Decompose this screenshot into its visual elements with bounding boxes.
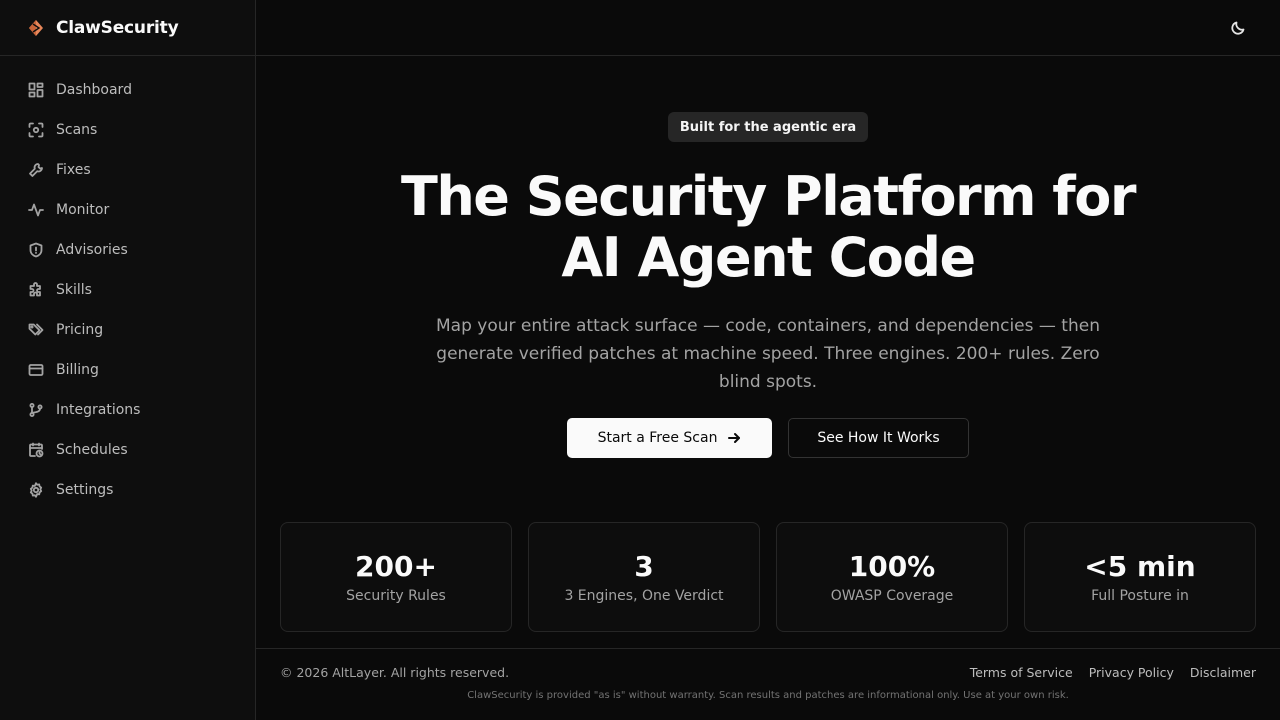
hero-title-line1: The Security Platform for	[401, 165, 1136, 228]
stat-value: 3	[634, 550, 654, 583]
puzzle-icon	[28, 282, 44, 298]
disclaimer-link[interactable]: Disclaimer	[1190, 665, 1256, 680]
sidebar-item-label: Integrations	[56, 402, 141, 418]
sidebar-item-monitor[interactable]: Monitor	[0, 190, 255, 230]
see-how-it-works-button[interactable]: See How It Works	[788, 418, 969, 458]
see-how-it-works-label: See How It Works	[817, 430, 940, 446]
sidebar-item-settings[interactable]: Settings	[0, 470, 255, 510]
sidebar-item-schedules[interactable]: Schedules	[0, 430, 255, 470]
sidebar-item-dashboard[interactable]: Dashboard	[0, 70, 255, 110]
stat-value: 100%	[848, 550, 936, 583]
sidebar-item-label: Billing	[56, 362, 99, 378]
stats-row: 200+ Security Rules 3 3 Engines, One Ver…	[280, 522, 1256, 632]
stat-card: 200+ Security Rules	[280, 522, 512, 632]
hero-title-line2: AI Agent Code	[561, 226, 976, 289]
footer: © 2026 AltLayer. All rights reserved. Te…	[256, 648, 1280, 720]
sidebar-item-label: Scans	[56, 122, 98, 138]
stat-label: OWASP Coverage	[830, 588, 954, 604]
topbar	[256, 0, 1280, 56]
sidebar-item-label: Skills	[56, 282, 92, 298]
shield-alert-icon	[28, 242, 44, 258]
credit-card-icon	[28, 362, 44, 378]
sidebar-item-label: Monitor	[56, 202, 110, 218]
sidebar-nav: Dashboard Scans Fixes Monitor Advisories	[0, 56, 255, 510]
sidebar-item-fixes[interactable]: Fixes	[0, 150, 255, 190]
start-free-scan-label: Start a Free Scan	[597, 430, 718, 446]
copyright-text: © 2026 AltLayer. All rights reserved.	[280, 665, 510, 680]
sidebar-item-label: Advisories	[56, 242, 128, 258]
main-content: Built for the agentic era The Security P…	[256, 56, 1280, 720]
stat-label: Full Posture in	[1091, 588, 1189, 604]
stat-card: <5 min Full Posture in	[1024, 522, 1256, 632]
sidebar-item-label: Pricing	[56, 322, 104, 338]
gear-icon	[28, 482, 44, 498]
start-free-scan-button[interactable]: Start a Free Scan	[567, 418, 772, 458]
sidebar-item-label: Schedules	[56, 442, 128, 458]
brand[interactable]: ClawSecurity	[0, 0, 255, 56]
activity-icon	[28, 202, 44, 218]
wrench-icon	[28, 162, 44, 178]
sidebar-item-label: Dashboard	[56, 82, 132, 98]
scan-icon	[28, 122, 44, 138]
terms-of-service-link[interactable]: Terms of Service	[970, 665, 1073, 680]
privacy-policy-link[interactable]: Privacy Policy	[1089, 665, 1174, 680]
hero-subtitle: Map your entire attack surface — code, c…	[436, 316, 1100, 392]
sidebar-item-pricing[interactable]: Pricing	[0, 310, 255, 350]
stat-value: <5 min	[1084, 550, 1196, 583]
footer-links: Terms of Service Privacy Policy Disclaim…	[970, 665, 1256, 680]
stat-card: 100% OWASP Coverage	[776, 522, 1008, 632]
brand-name: ClawSecurity	[56, 17, 179, 38]
hero-badge: Built for the agentic era	[668, 112, 868, 142]
sidebar: ClawSecurity Dashboard Scans Fixes Monit…	[0, 0, 256, 720]
disclaimer-text: ClawSecurity is provided "as is" without…	[467, 690, 1069, 701]
sidebar-item-advisories[interactable]: Advisories	[0, 230, 255, 270]
sidebar-item-scans[interactable]: Scans	[0, 110, 255, 150]
stat-label: Security Rules	[346, 588, 446, 604]
moon-icon	[1230, 20, 1246, 36]
theme-toggle-button[interactable]	[1228, 18, 1248, 38]
sidebar-item-label: Fixes	[56, 162, 91, 178]
sidebar-item-billing[interactable]: Billing	[0, 350, 255, 390]
calendar-clock-icon	[28, 442, 44, 458]
sidebar-item-skills[interactable]: Skills	[0, 270, 255, 310]
arrow-right-icon	[727, 431, 741, 445]
git-branch-icon	[28, 402, 44, 418]
sidebar-item-label: Settings	[56, 482, 114, 498]
tags-icon	[28, 322, 44, 338]
stat-label: 3 Engines, One Verdict	[564, 588, 724, 604]
layout-grid-icon	[28, 82, 44, 98]
claw-logo-icon	[27, 19, 45, 37]
hero-title: The Security Platform for AI Agent Code	[256, 166, 1280, 288]
sidebar-item-integrations[interactable]: Integrations	[0, 390, 255, 430]
stat-card: 3 3 Engines, One Verdict	[528, 522, 760, 632]
stat-value: 200+	[355, 550, 437, 583]
